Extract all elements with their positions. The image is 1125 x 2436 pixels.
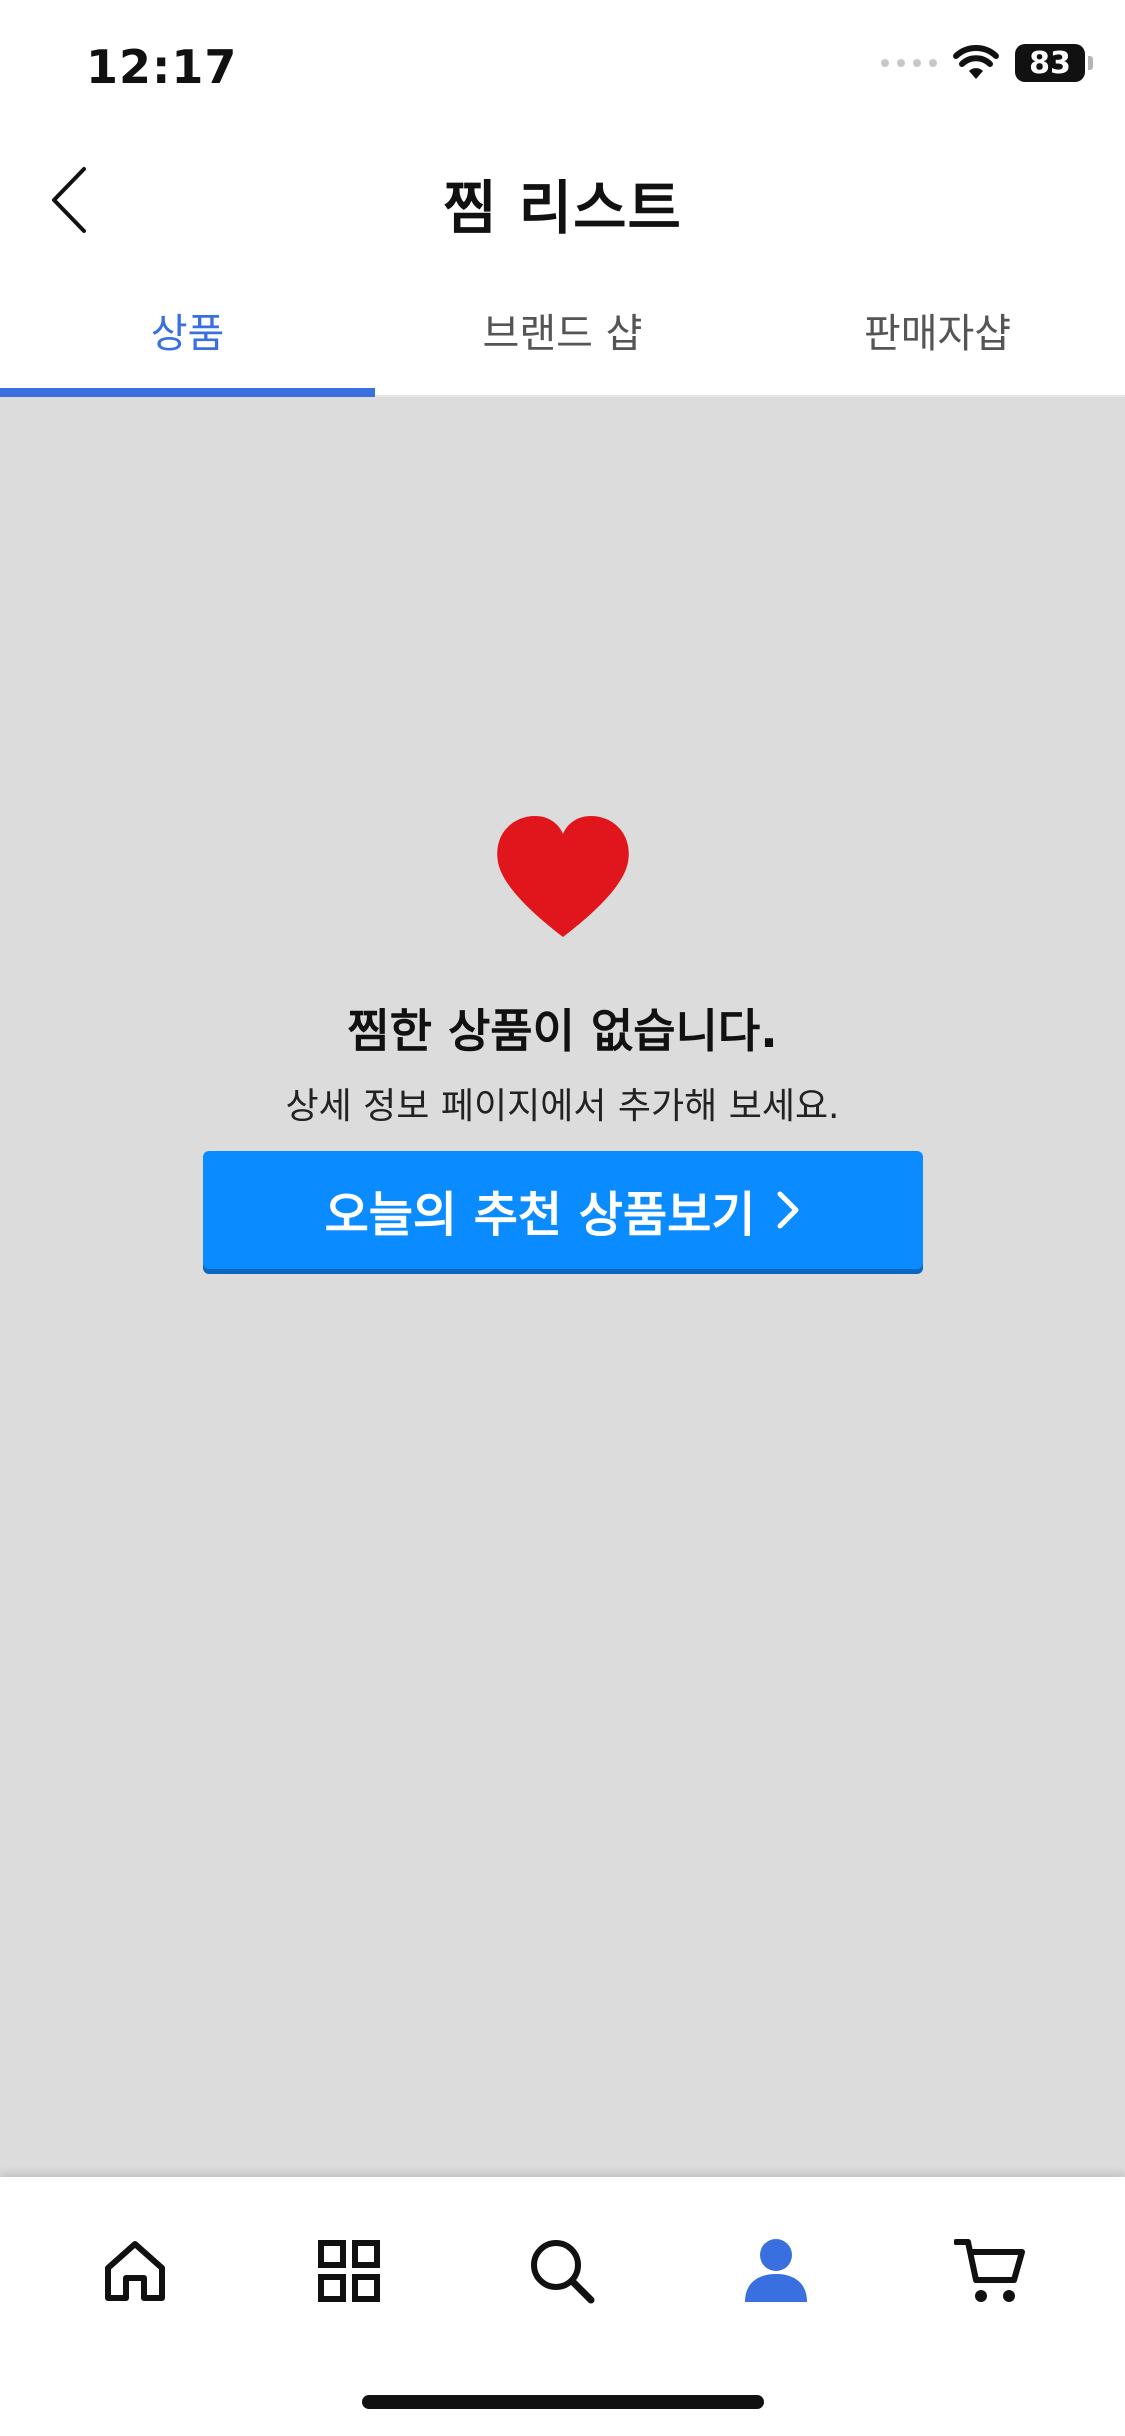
status-bar: 12:17 83	[0, 0, 1125, 135]
status-icons: 83	[881, 44, 1093, 82]
heart-icon	[497, 816, 629, 937]
tab-brand-shop[interactable]: 브랜드 샵	[375, 265, 750, 395]
wifi-icon	[953, 45, 999, 79]
nav-my-page[interactable]	[731, 2226, 821, 2316]
chevron-right-icon	[777, 1191, 799, 1229]
wishlist-tabs: 상품 브랜드 샵 판매자샵	[0, 265, 1125, 397]
battery-icon: 83	[1015, 44, 1093, 82]
tab-seller-shop[interactable]: 판매자샵	[750, 265, 1125, 395]
wishlist-empty-state: 찜한 상품이 없습니다. 상세 정보 페이지에서 추가해 보세요. 오늘의 추천…	[0, 397, 1125, 2177]
nav-home[interactable]	[90, 2226, 180, 2316]
cellular-signal-icon	[881, 53, 937, 73]
nav-search[interactable]	[517, 2226, 607, 2316]
home-icon	[104, 2241, 165, 2301]
page-title: 찜 리스트	[443, 174, 682, 242]
status-time: 12:17	[86, 40, 238, 94]
nav-categories[interactable]	[304, 2226, 394, 2316]
cart-icon	[954, 2239, 1026, 2302]
home-indicator	[362, 2395, 764, 2409]
recommended-products-button[interactable]: 오늘의 추천 상품보기	[203, 1151, 923, 1269]
tab-products[interactable]: 상품	[0, 265, 375, 397]
bottom-nav	[0, 2177, 1125, 2436]
app-header: 찜 리스트	[0, 135, 1125, 265]
empty-subtitle: 상세 정보 페이지에서 추가해 보세요.	[285, 1086, 840, 1127]
search-icon	[531, 2240, 595, 2304]
grid-icon	[317, 2240, 380, 2302]
cta-label: 오늘의 추천 상품보기	[324, 1187, 756, 1243]
nav-cart[interactable]	[945, 2226, 1035, 2316]
person-icon	[745, 2239, 808, 2302]
empty-title: 찜한 상품이 없습니다.	[347, 1004, 778, 1058]
battery-level: 83	[1029, 45, 1071, 81]
